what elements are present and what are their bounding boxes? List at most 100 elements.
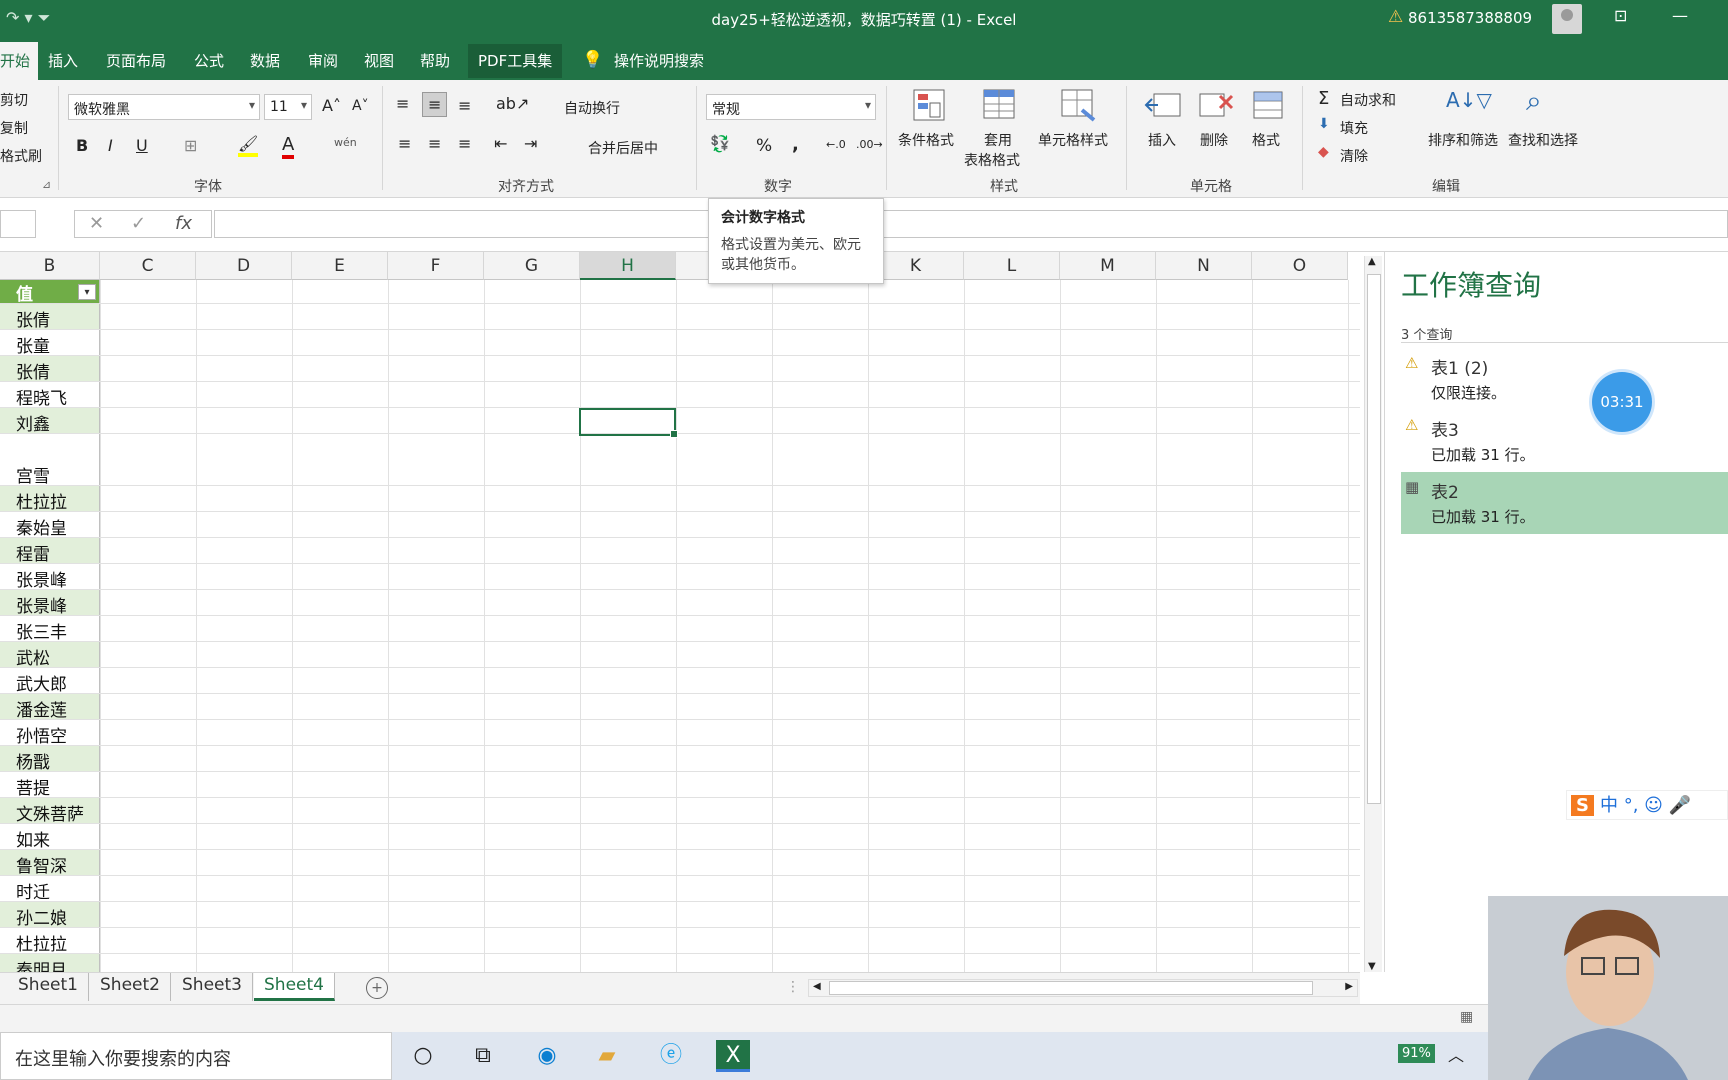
number-format-select[interactable]: 常规 (706, 94, 876, 120)
copy-button[interactable]: 复制 (0, 118, 28, 138)
align-top-icon[interactable]: ≡ (396, 94, 409, 113)
format-as-table-label[interactable]: 表格格式 (964, 150, 1020, 170)
percent-button[interactable]: % (756, 136, 772, 156)
file-explorer-icon[interactable]: ▰ (590, 1040, 624, 1072)
conditional-format-button[interactable]: 条件格式 (898, 130, 954, 150)
minimize-icon[interactable]: — (1672, 6, 1688, 25)
table-cell[interactable]: 孙二娘 (0, 902, 100, 929)
normal-view-icon[interactable]: ▦ (1460, 1009, 1473, 1025)
decrease-decimal-icon[interactable]: .00→ (856, 138, 883, 151)
bold-button[interactable]: B (76, 136, 88, 155)
table-cell[interactable]: 宫雪 (0, 434, 100, 487)
table-cell[interactable]: 秦始皇 (0, 512, 100, 539)
scroll-down-icon[interactable]: ▼ (1368, 961, 1376, 972)
align-middle-icon[interactable]: ≡ (422, 92, 448, 117)
tab-data[interactable]: 数据 (250, 50, 280, 71)
conditional-format-icon[interactable] (910, 88, 950, 124)
phonetic-icon[interactable]: wén (334, 136, 357, 149)
tab-page-layout[interactable]: 页面布局 (106, 50, 166, 71)
cell-styles-icon[interactable] (1058, 88, 1098, 124)
font-name-select[interactable]: 微软雅黑 (68, 94, 260, 120)
increase-indent-icon[interactable]: ⇥ (524, 134, 537, 153)
column-header-m[interactable]: M (1060, 252, 1156, 280)
column-header-e[interactable]: E (292, 252, 388, 280)
delete-cells-button[interactable]: 删除 (1200, 130, 1228, 150)
insert-cells-button[interactable]: 插入 (1148, 130, 1176, 150)
delete-cells-icon[interactable] (1196, 88, 1236, 124)
table-cell[interactable]: 张景峰 (0, 564, 100, 591)
magnifier-icon[interactable]: ⌕ (1526, 84, 1542, 118)
table-cell[interactable]: 程雷 (0, 538, 100, 565)
vertical-scrollbar[interactable]: ▲ ▼ (1364, 256, 1382, 972)
align-center-icon[interactable]: ≡ (428, 134, 441, 153)
task-view-icon[interactable]: ⧉ (466, 1040, 500, 1072)
add-sheet-icon[interactable]: + (366, 977, 388, 999)
underline-button[interactable]: U (136, 136, 148, 155)
format-as-table-icon[interactable] (980, 88, 1020, 124)
table-cell[interactable]: 张三丰 (0, 616, 100, 643)
decrease-indent-icon[interactable]: ⇤ (494, 134, 507, 153)
table-cell[interactable]: 张童 (0, 330, 100, 357)
table-cell[interactable]: 孙悟空 (0, 720, 100, 747)
filter-dropdown-icon[interactable]: ▾ (78, 284, 96, 300)
edge-icon[interactable]: ◉ (530, 1040, 564, 1072)
insert-function-icon[interactable]: fx (175, 213, 192, 234)
fill-icon[interactable]: ⬇ (1318, 116, 1330, 132)
autosum-icon[interactable]: Σ (1318, 88, 1329, 109)
dialog-launcher-icon[interactable]: ⊿ (42, 178, 51, 191)
cell-styles-button[interactable]: 单元格样式 (1038, 130, 1108, 150)
sheet-tab-active[interactable]: Sheet4 (254, 973, 335, 1001)
accounting-format-icon[interactable]: 💱 (710, 134, 730, 153)
table-cell[interactable]: 秦明月 (0, 954, 100, 972)
format-as-table-button[interactable]: 套用 (984, 130, 1012, 150)
worksheet-grid[interactable]: BCDEFGHIJKLMNO 值▾张倩张童张倩程晓飞刘鑫宫雪杜拉拉秦始皇程雷张景… (0, 252, 1360, 972)
vertical-scroll-thumb[interactable] (1367, 274, 1381, 804)
insert-cells-icon[interactable] (1144, 88, 1184, 124)
column-header-g[interactable]: G (484, 252, 580, 280)
table-cell[interactable]: 张倩 (0, 304, 100, 331)
table-cell[interactable]: 程晓飞 (0, 382, 100, 409)
border-icon[interactable]: ⊞ (184, 136, 197, 155)
tab-view[interactable]: 视图 (364, 50, 394, 71)
tab-pdf-tools[interactable]: PDF工具集 (468, 44, 563, 78)
name-box[interactable] (0, 210, 36, 238)
sort-filter-icon[interactable]: A↓▽ (1446, 88, 1492, 112)
sheet-tab[interactable]: Sheet3 (172, 973, 253, 1001)
sort-filter-button[interactable]: 排序和筛选 (1428, 130, 1498, 150)
warning-icon[interactable]: ⚠ (1388, 7, 1403, 27)
fill-button[interactable]: 填充 (1340, 118, 1368, 138)
ime-toolbar[interactable]: S中 °, ☺ 🎤 (1566, 790, 1728, 820)
table-cell[interactable]: 杜拉拉 (0, 486, 100, 513)
tab-splitter-icon[interactable]: ⋮ (786, 979, 800, 995)
horizontal-scroll-thumb[interactable] (829, 981, 1313, 995)
table-cell[interactable]: 刘鑫 (0, 408, 100, 435)
tab-home[interactable]: 开始 (0, 42, 39, 80)
align-left-icon[interactable]: ≡ (398, 134, 411, 153)
cancel-icon[interactable]: ✕ (89, 213, 104, 234)
query-item[interactable]: ⚠ 表1 (2) 仅限连接。 (1401, 348, 1728, 410)
font-color-icon[interactable]: A (282, 134, 295, 159)
column-header-f[interactable]: F (388, 252, 484, 280)
italic-button[interactable]: I (108, 136, 113, 155)
table-cell[interactable]: 如来 (0, 824, 100, 851)
find-select-button[interactable]: 查找和选择 (1508, 130, 1578, 150)
orientation-icon[interactable]: ab↗ (496, 94, 529, 113)
formula-input[interactable] (214, 210, 1728, 238)
user-account[interactable]: 8613587388809 (1408, 9, 1532, 27)
cortana-icon[interactable]: ○ (406, 1040, 440, 1072)
column-header-c[interactable]: C (100, 252, 196, 280)
sheet-tab[interactable]: Sheet2 (90, 973, 171, 1001)
column-header-n[interactable]: N (1156, 252, 1252, 280)
eraser-icon[interactable]: ◆ (1318, 144, 1329, 160)
format-cells-button[interactable]: 格式 (1252, 130, 1280, 150)
avatar[interactable] (1552, 4, 1582, 34)
format-painter-button[interactable]: 格式刷 (0, 146, 42, 166)
cut-button[interactable]: 剪切 (0, 90, 28, 110)
table-cell[interactable]: 潘金莲 (0, 694, 100, 721)
excel-icon[interactable]: X (716, 1040, 750, 1072)
autosum-button[interactable]: 自动求和 (1340, 90, 1396, 110)
table-cell[interactable]: 武松 (0, 642, 100, 669)
query-item[interactable]: ⚠ 表3 已加载 31 行。 (1401, 410, 1728, 472)
table-cell[interactable]: 时迁 (0, 876, 100, 903)
query-item[interactable]: ▦ 表2 已加载 31 行。 (1401, 472, 1728, 534)
